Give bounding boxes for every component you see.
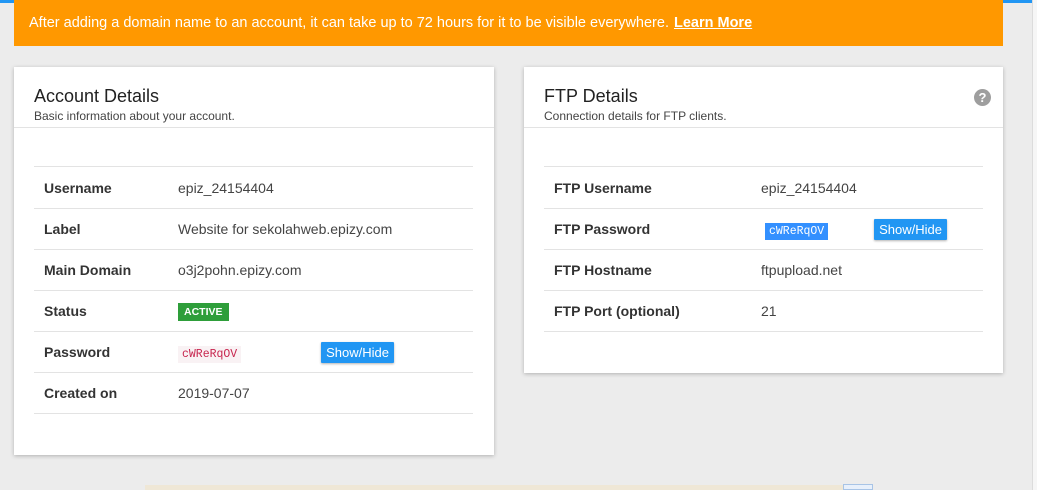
card-subtitle: Basic information about your account. — [34, 109, 235, 123]
help-icon[interactable]: ? — [974, 89, 991, 106]
row-label: FTP Port (optional) — [544, 290, 751, 332]
table-row: FTP Hostname ftpupload.net — [544, 249, 983, 291]
row-label: Status — [34, 290, 168, 332]
show-hide-ftp-password-button[interactable]: Show/Hide — [874, 218, 947, 240]
card-title: FTP Details — [544, 86, 638, 106]
card-subtitle: Connection details for FTP clients. — [544, 109, 727, 123]
table-row: FTP Password cWReRqOV Show/Hide — [544, 208, 983, 250]
row-label: FTP Password — [544, 208, 751, 250]
table-row: Created on 2019-07-07 — [34, 372, 473, 414]
show-hide-password-button[interactable]: Show/Hide — [321, 341, 394, 363]
ftp-details-header: FTP Details Connection details for FTP c… — [524, 67, 1003, 128]
row-value: Website for sekolahweb.epizy.com — [168, 208, 473, 250]
row-label: Label — [34, 208, 168, 250]
table-row: Username epiz_24154404 — [34, 166, 473, 209]
ftp-details-table: FTP Username epiz_24154404 FTP Password … — [544, 166, 983, 332]
row-label: FTP Username — [544, 166, 751, 209]
row-label: Password — [34, 331, 168, 373]
ad-options-icon[interactable] — [843, 484, 873, 490]
card-title: Account Details — [34, 86, 160, 106]
account-details-table: Username epiz_24154404 Label Website for… — [34, 166, 473, 414]
bottom-ad-strip — [145, 485, 845, 490]
scrollbar-track[interactable] — [1032, 0, 1037, 490]
table-row: Password cWReRqOV Show/Hide — [34, 331, 473, 373]
banner-text: After adding a domain name to an account… — [29, 15, 669, 31]
row-value: 2019-07-07 — [168, 372, 473, 414]
row-value: epiz_24154404 — [168, 166, 473, 209]
ftp-details-card: FTP Details Connection details for FTP c… — [524, 67, 1003, 373]
account-details-card: Account Details Basic information about … — [14, 67, 494, 455]
row-value: o3j2pohn.epizy.com — [168, 249, 473, 291]
table-row: FTP Port (optional) 21 — [544, 290, 983, 332]
account-details-header: Account Details Basic information about … — [14, 67, 494, 128]
ftp-password-value: cWReRqOV — [765, 222, 829, 240]
row-value: 21 — [751, 290, 983, 332]
learn-more-link[interactable]: Learn More — [674, 15, 752, 31]
table-row: Main Domain o3j2pohn.epizy.com — [34, 249, 473, 291]
status-badge: ACTIVE — [178, 302, 229, 321]
row-label: FTP Hostname — [544, 249, 751, 291]
row-label: Main Domain — [34, 249, 168, 291]
row-value: ftpupload.net — [751, 249, 983, 291]
table-row: Status ACTIVE — [34, 290, 473, 332]
password-value: cWReRqOV — [178, 345, 242, 363]
table-row: FTP Username epiz_24154404 — [544, 166, 983, 209]
table-row: Label Website for sekolahweb.epizy.com — [34, 208, 473, 250]
row-label: Created on — [34, 372, 168, 414]
row-value: epiz_24154404 — [751, 166, 983, 209]
row-label: Username — [34, 166, 168, 209]
info-banner: After adding a domain name to an account… — [14, 0, 1003, 46]
